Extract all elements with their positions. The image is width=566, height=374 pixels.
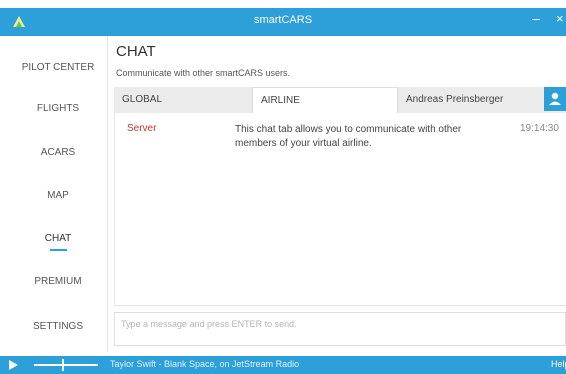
chat-messages: Server This chat tab allows you to commu… bbox=[114, 113, 566, 305]
sidebar-item-map[interactable]: MAP bbox=[8, 190, 108, 201]
chat-tabs: GLOBAL AIRLINE Andreas Preinsberger bbox=[114, 87, 566, 113]
tab-airline[interactable]: AIRLINE bbox=[252, 87, 398, 113]
window-title: smartCARS bbox=[253, 14, 313, 26]
sidebar: PILOT CENTER FLIGHTS ACARS MAP CHAT PREM… bbox=[8, 36, 108, 352]
tab-global[interactable]: GLOBAL bbox=[114, 87, 252, 113]
radio-player: Taylor Swift - Blank Space, on JetStream… bbox=[0, 356, 566, 374]
now-playing-text: Taylor Swift - Blank Space, on JetStream… bbox=[110, 359, 300, 369]
user-icon bbox=[549, 92, 561, 105]
tab-label: AIRLINE bbox=[261, 95, 300, 106]
tab-andreas-preinsberger[interactable]: Andreas Preinsberger bbox=[398, 87, 544, 113]
message-time: 19:14:30 bbox=[520, 123, 559, 134]
tab-label: GLOBAL bbox=[122, 94, 163, 105]
chat-divider bbox=[114, 305, 566, 306]
sidebar-item-premium[interactable]: PREMIUM bbox=[8, 276, 108, 287]
title-bar: smartCARS – × bbox=[0, 8, 566, 36]
message-sender: Server bbox=[127, 123, 157, 134]
volume-fill bbox=[34, 364, 63, 366]
sidebar-divider bbox=[107, 36, 108, 352]
minimize-button[interactable]: – bbox=[532, 10, 540, 26]
sidebar-item-acars[interactable]: ACARS bbox=[8, 147, 108, 158]
message-input[interactable] bbox=[114, 312, 566, 346]
active-nav-indicator bbox=[50, 249, 67, 251]
sidebar-item-pilot-center[interactable]: PILOT CENTER bbox=[8, 62, 108, 73]
volume-slider[interactable] bbox=[34, 364, 98, 366]
message-text: This chat tab allows you to communicate … bbox=[235, 124, 462, 149]
play-icon[interactable] bbox=[9, 360, 18, 370]
user-list-button[interactable] bbox=[544, 87, 566, 111]
page-title: CHAT bbox=[116, 43, 156, 60]
close-button[interactable]: × bbox=[556, 11, 564, 26]
tab-label: Andreas Preinsberger bbox=[406, 94, 504, 105]
sidebar-item-chat[interactable]: CHAT bbox=[8, 233, 108, 244]
sidebar-item-flights[interactable]: FLIGHTS bbox=[8, 103, 108, 114]
volume-handle[interactable] bbox=[61, 359, 64, 371]
page-subtitle: Communicate with other smartCARS users. bbox=[116, 68, 291, 78]
help-link[interactable]: Help bbox=[551, 359, 566, 369]
sidebar-item-settings[interactable]: SETTINGS bbox=[8, 321, 108, 332]
